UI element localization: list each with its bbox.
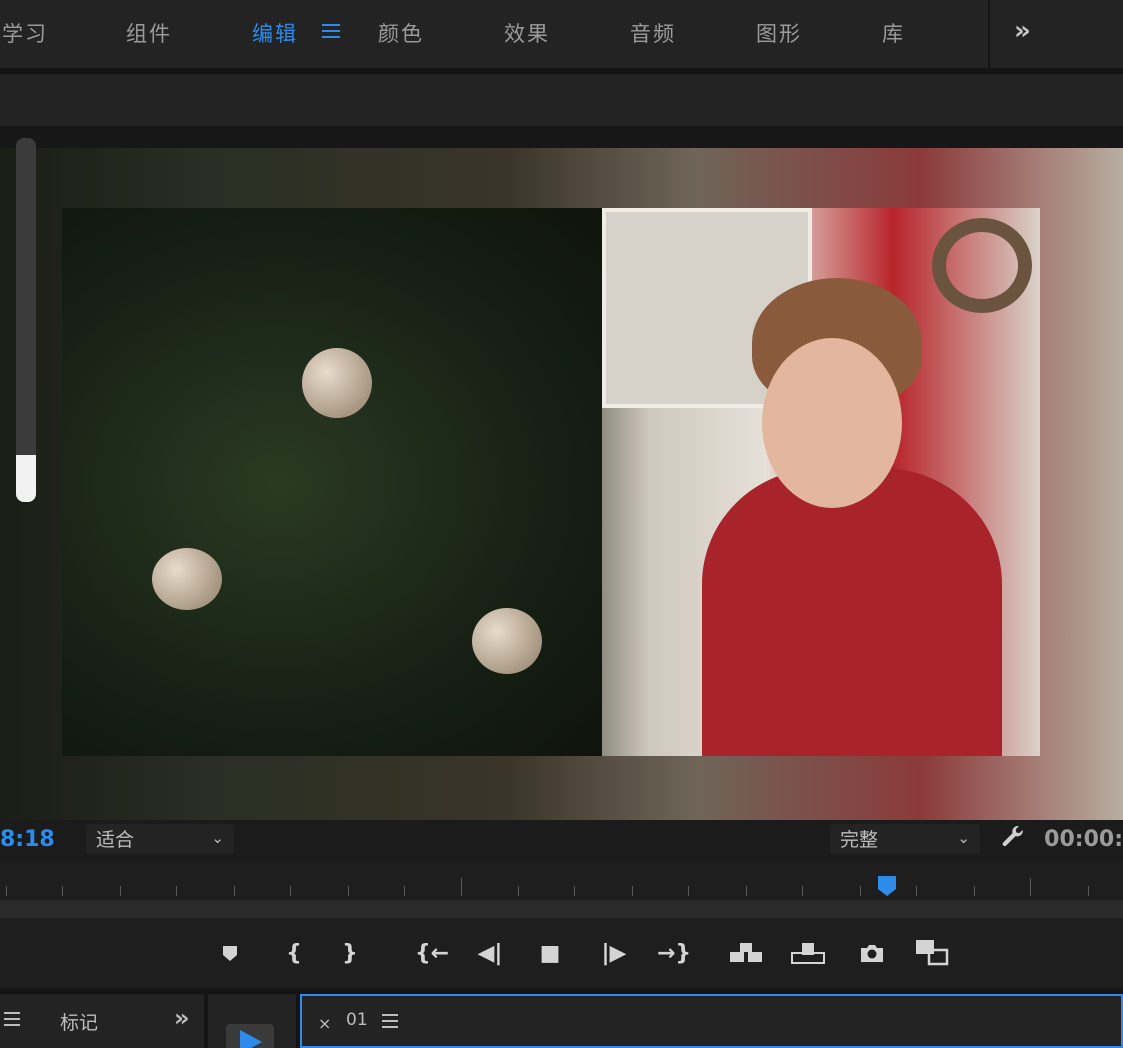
workspace-tab-effects[interactable]: 效果 (504, 18, 550, 48)
insert-button[interactable] (728, 936, 764, 970)
workspace-tab-editing[interactable]: 编辑 (252, 18, 298, 48)
program-monitor-header (0, 74, 1123, 126)
workspace-tab-learn[interactable]: 学习 (2, 18, 48, 48)
workspace-tab-assembly[interactable]: 组件 (126, 18, 172, 48)
step-forward-button[interactable]: |▶ (596, 936, 632, 970)
girl-image (702, 468, 1002, 756)
workspace-overflow-icon[interactable]: » (1014, 16, 1031, 46)
markers-panel: 标记 » (0, 994, 204, 1048)
christmas-tree-image (62, 208, 602, 756)
selection-arrow-icon (240, 1030, 262, 1048)
workspace-tab-audio[interactable]: 音频 (630, 18, 676, 48)
ruler-tick (802, 886, 803, 896)
program-monitor-viewer[interactable] (0, 126, 1123, 820)
current-timecode[interactable]: 8:18 (0, 827, 55, 852)
camera-icon (861, 945, 883, 962)
ruler-tick (1088, 886, 1089, 896)
go-to-in-button[interactable]: {← (412, 936, 452, 970)
ruler-tick (1030, 878, 1031, 896)
wreath-image (932, 218, 1032, 313)
ruler-tick (632, 886, 633, 896)
compare-view-button[interactable] (914, 936, 950, 970)
ruler-tick (348, 886, 349, 896)
video-frame (62, 208, 1040, 756)
chevron-down-icon: ⌄ (957, 829, 970, 847)
girl-face-image (762, 338, 902, 508)
close-tab-icon[interactable]: × (318, 1014, 331, 1033)
overwrite-icon (791, 943, 825, 964)
ruler-tick (518, 886, 519, 896)
mark-in-button[interactable]: { (276, 936, 312, 970)
ruler-tick (574, 886, 575, 896)
ruler-tick (404, 886, 405, 896)
ruler-tick (62, 886, 63, 896)
settings-wrench-icon[interactable] (1000, 824, 1026, 857)
zoom-level-select[interactable]: 适合 ⌄ (86, 824, 234, 854)
add-marker-button[interactable] (212, 936, 248, 970)
bottom-panels: 标记 » × 01 (0, 988, 1123, 1048)
selection-tool-button[interactable] (226, 1024, 274, 1048)
zoom-level-value: 适合 (96, 829, 135, 851)
time-ruler[interactable] (0, 860, 1123, 900)
transport-controls: { } {← ◀| ■ |▶ →} (0, 918, 1123, 988)
ornament-image (152, 548, 222, 610)
ruler-tick (860, 886, 861, 896)
compare-icon (916, 940, 949, 966)
zoom-scrollbar[interactable] (0, 900, 1123, 918)
ornament-image (472, 608, 542, 674)
divider (988, 0, 990, 68)
export-frame-button[interactable] (854, 936, 890, 970)
playback-resolution-value: 完整 (840, 829, 879, 851)
tab-markers[interactable]: 标记 (60, 1008, 98, 1035)
playback-resolution-select[interactable]: 完整 ⌄ (830, 824, 980, 854)
workspace-bar: 学习 组件 编辑 颜色 效果 音频 图形 库 » (0, 0, 1123, 68)
panel-overflow-icon[interactable]: » (174, 1004, 190, 1032)
volume-slider[interactable] (16, 138, 36, 502)
mark-out-button[interactable]: } (332, 936, 368, 970)
ruler-tick (234, 886, 235, 896)
workspace-menu-icon[interactable] (322, 24, 340, 40)
workspace-tab-libraries[interactable]: 库 (882, 18, 905, 48)
ornament-image (302, 348, 372, 418)
stop-button[interactable]: ■ (532, 936, 568, 970)
volume-slider-fill (16, 455, 36, 502)
tab-sequence-01[interactable]: 01 (346, 1010, 368, 1030)
ruler-tick (746, 886, 747, 896)
ruler-tick (290, 886, 291, 896)
workspace-tab-color[interactable]: 颜色 (378, 18, 424, 48)
ruler-tick (461, 878, 462, 896)
panel-menu-icon[interactable] (382, 1014, 398, 1028)
step-back-button[interactable]: ◀| (472, 936, 508, 970)
marker-icon (223, 946, 237, 961)
ruler-tick (974, 886, 975, 896)
chevron-down-icon: ⌄ (211, 829, 224, 847)
ruler-tick (6, 886, 7, 896)
duration-timecode: 00:00: (1044, 827, 1123, 852)
workspace-tab-graphics[interactable]: 图形 (756, 18, 802, 48)
panel-menu-icon[interactable] (4, 1012, 20, 1026)
overwrite-button[interactable] (790, 936, 826, 970)
insert-icon (730, 943, 762, 962)
tools-panel (208, 994, 296, 1048)
ruler-tick (120, 886, 121, 896)
ruler-tick (688, 886, 689, 896)
ruler-tick (176, 886, 177, 896)
monitor-controls-bar: 8:18 适合 ⌄ 完整 ⌄ 00:00: (0, 820, 1123, 860)
go-to-out-button[interactable]: →} (654, 936, 694, 970)
timeline-panel: × 01 (300, 994, 1123, 1048)
ruler-tick (916, 886, 917, 896)
